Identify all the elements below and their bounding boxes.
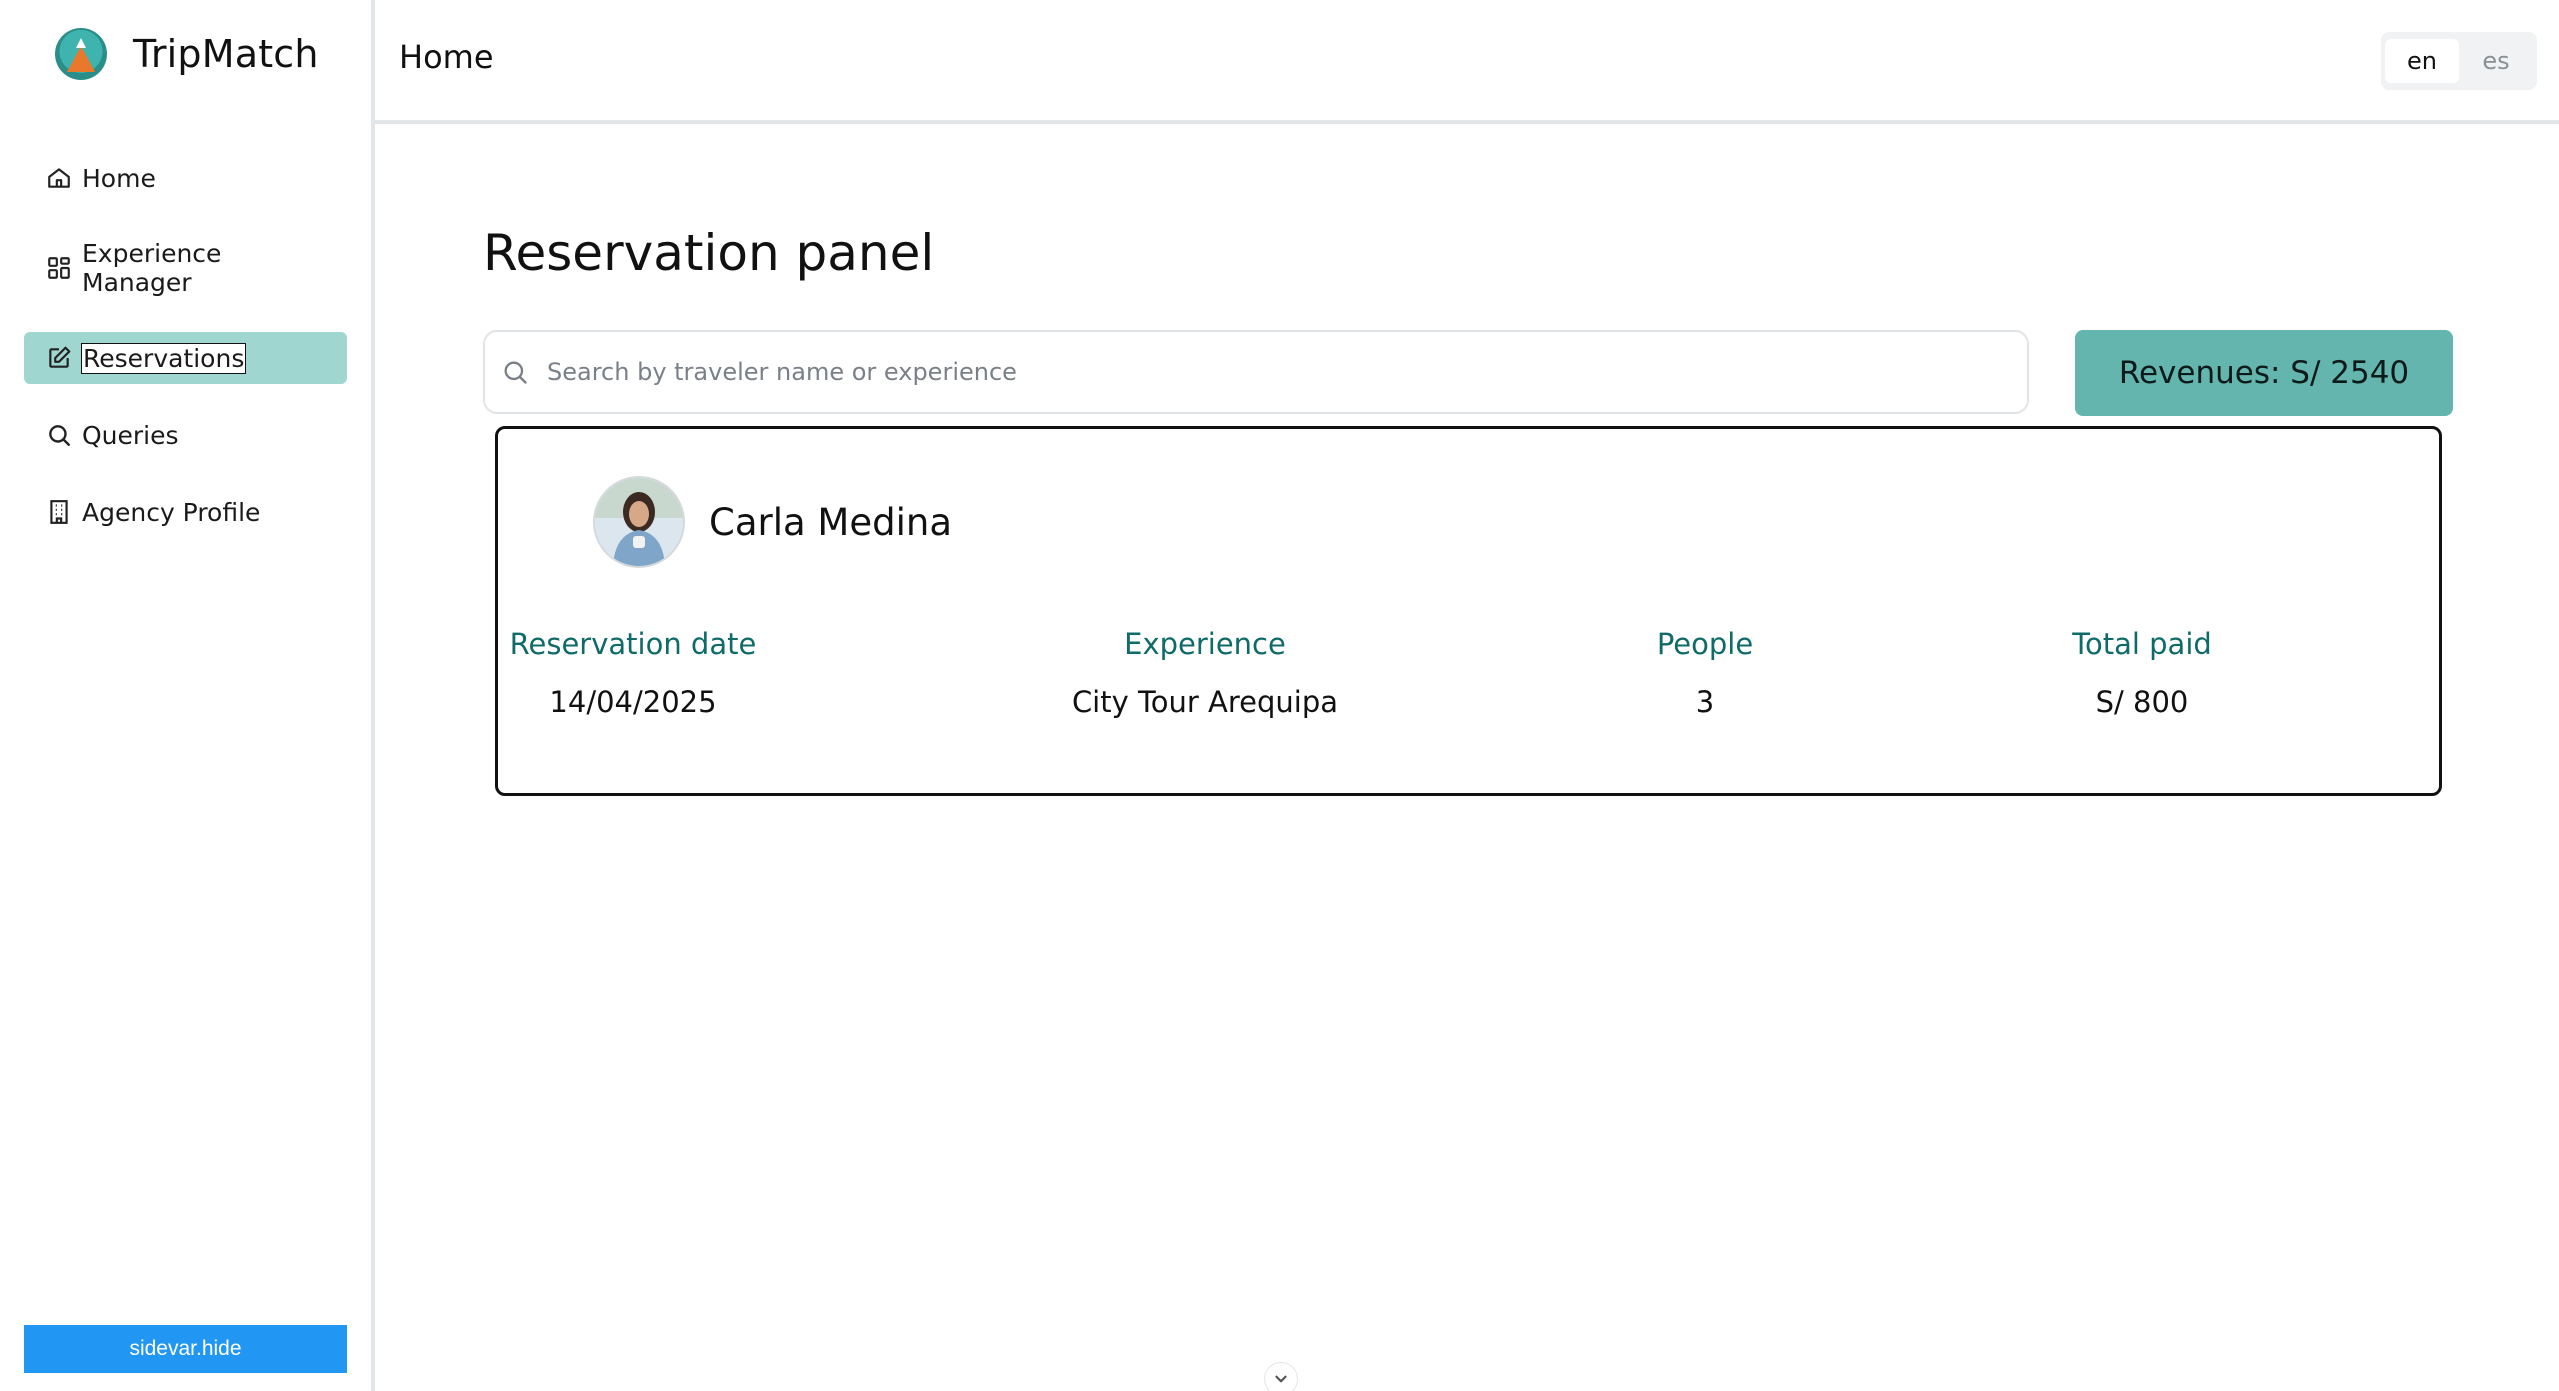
sidebar-item-label: Home <box>82 163 156 193</box>
language-option-en[interactable]: en <box>2385 39 2459 83</box>
page-title: Reservation panel <box>483 224 935 282</box>
scroll-down-button[interactable] <box>1264 1362 1298 1391</box>
avatar <box>593 476 685 568</box>
traveler: Carla Medina <box>593 476 952 568</box>
revenue-badge: Revenues: S/ 2540 <box>2075 330 2453 416</box>
experience-value: City Tour Arequipa <box>1071 685 1339 719</box>
sidebar-nav: Home Experience Manager Reservations Que… <box>24 152 347 563</box>
header-title: Home <box>399 38 494 76</box>
reservation-card: Carla Medina Reservation date 14/04/2025… <box>495 426 2442 796</box>
sidebar-item-experience-manager[interactable]: Experience Manager <box>24 229 347 307</box>
search-icon <box>504 361 527 384</box>
sidebar-item-label: Experience Manager <box>82 239 222 297</box>
sidebar-item-home[interactable]: Home <box>24 152 347 204</box>
column-header: Experience <box>1124 627 1286 661</box>
sidebar-item-label: Reservations <box>80 342 247 374</box>
brand[interactable]: TripMatch <box>55 26 319 82</box>
sidebar-item-agency-profile[interactable]: Agency Profile <box>24 486 347 538</box>
reservation-date-column: Reservation date 14/04/2025 <box>423 627 843 719</box>
edit-icon <box>49 346 71 368</box>
sidebar-item-label: Queries <box>82 420 179 450</box>
sidebar-item-reservations[interactable]: Reservations <box>24 332 347 384</box>
people-column: People 3 <box>1495 627 1915 719</box>
sidebar-item-label: Agency Profile <box>82 497 261 527</box>
language-switch: en es <box>2381 32 2537 90</box>
app-root: TripMatch Home Experience Manager Reserv… <box>0 0 2559 1391</box>
top-header: Home en es <box>375 0 2559 124</box>
search-icon <box>49 425 70 446</box>
people-value: 3 <box>1695 685 1715 719</box>
home-icon <box>48 168 70 188</box>
search-input[interactable] <box>545 341 1989 403</box>
total-paid-column: Total paid S/ 800 <box>1932 627 2352 719</box>
experience-column: Experience City Tour Arequipa <box>995 627 1415 719</box>
reservation-date-value: 14/04/2025 <box>549 685 717 719</box>
building-icon <box>50 500 68 524</box>
tripmatch-logo-icon <box>55 28 107 80</box>
main-content: Reservation panel Revenues: S/ 2540 <box>375 128 2559 1391</box>
chevron-down-icon <box>1275 1375 1287 1383</box>
traveler-name: Carla Medina <box>709 500 953 544</box>
grid-icon <box>48 257 70 279</box>
language-option-es[interactable]: es <box>2459 39 2533 83</box>
total-paid-value: S/ 800 <box>2095 685 2189 719</box>
sidebar: TripMatch Home Experience Manager Reserv… <box>0 0 375 1391</box>
brand-name: TripMatch <box>133 32 319 76</box>
sidebar-item-queries[interactable]: Queries <box>24 409 347 461</box>
sidebar-hide-button[interactable]: sidevar.hide <box>24 1325 347 1373</box>
column-header: People <box>1656 627 1754 661</box>
column-header: Total paid <box>2072 627 2212 661</box>
column-header: Reservation date <box>509 627 757 661</box>
search-box <box>483 330 2029 414</box>
